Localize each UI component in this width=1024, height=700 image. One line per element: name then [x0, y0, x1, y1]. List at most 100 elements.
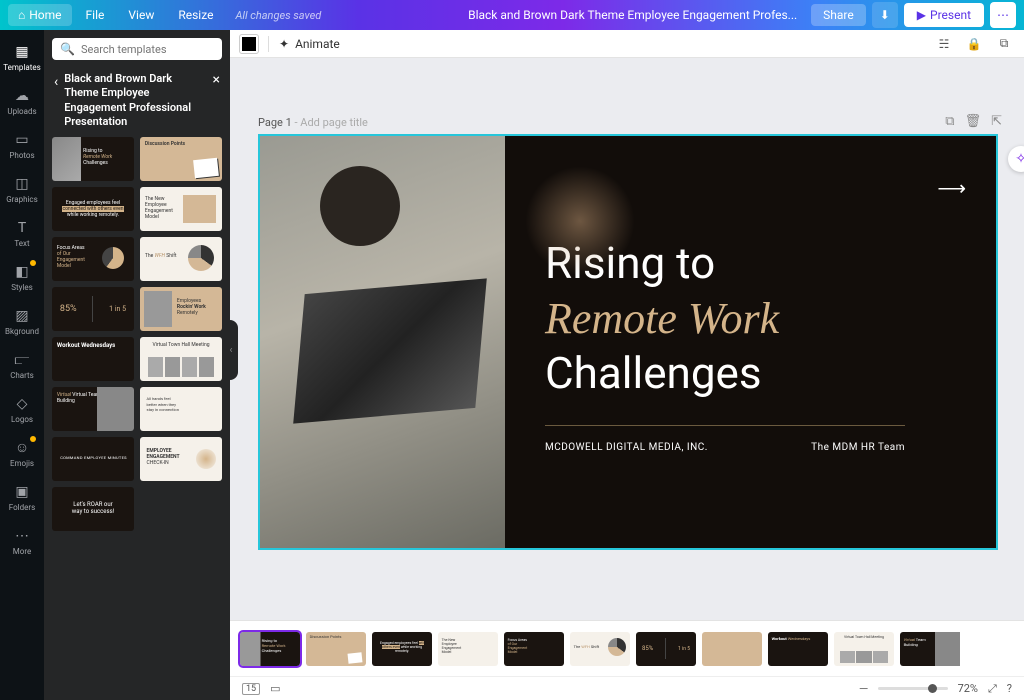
- slide-footer[interactable]: MCDOWELL DIGITAL MEDIA, INC. The MDM HR …: [545, 442, 905, 453]
- page-thumb[interactable]: Virtual TeamBuilding: [900, 632, 960, 666]
- page-thumb[interactable]: Engaged employees feel will others even …: [372, 632, 432, 666]
- download-button[interactable]: ⬇: [872, 2, 898, 28]
- template-thumb[interactable]: EMPLOYEEENGAGEMENTCHECK-IN: [140, 437, 222, 481]
- fullscreen-icon[interactable]: ⤢: [988, 682, 997, 696]
- blur-circle: [525, 166, 635, 276]
- rail-label: Emojis: [10, 459, 34, 468]
- page-thumb[interactable]: Workout Wednesdays: [768, 632, 828, 666]
- rail-more[interactable]: ⋯More: [0, 520, 44, 562]
- home-button[interactable]: ⌂ Home: [8, 4, 72, 26]
- present-label: Present: [930, 8, 971, 22]
- duplicate-icon[interactable]: ⧉: [945, 114, 954, 129]
- page-label[interactable]: Page 1 - Add page title: [258, 116, 368, 129]
- rail-charts[interactable]: ⫍ Charts: [0, 344, 44, 386]
- template-thumb[interactable]: Focus Areasof OurEngagementModel: [52, 237, 134, 281]
- animate-icon: ✦: [279, 37, 289, 51]
- page-thumb[interactable]: 85%1 in 5: [636, 632, 696, 666]
- more-menu[interactable]: ⋯: [990, 2, 1016, 28]
- delete-icon[interactable]: 🗑: [965, 114, 982, 129]
- canvas-area[interactable]: Page 1 - Add page title ⧉ 🗑 ⇱ ⟶ Rising t…: [230, 58, 1024, 620]
- zoom-slider[interactable]: [878, 687, 948, 690]
- rail-label: Photos: [9, 151, 34, 160]
- template-thumb[interactable]: Rising toRemote WorkChallenges: [52, 137, 134, 181]
- present-button[interactable]: ▶ Present: [904, 3, 984, 27]
- document-title[interactable]: Black and Brown Dark Theme Employee Enga…: [468, 8, 797, 22]
- template-thumb[interactable]: The WFH Shift: [140, 237, 222, 281]
- close-button[interactable]: ×: [213, 72, 220, 88]
- template-thumb[interactable]: Discussion Points: [140, 137, 222, 181]
- back-button[interactable]: ‹: [54, 72, 58, 90]
- templates-icon: ▦: [13, 43, 31, 61]
- slide-content: ⟶ Rising to Remote Work Challenges MCDOW…: [505, 136, 996, 548]
- page-thumb[interactable]: Rising toRemote WorkChallenges: [240, 632, 300, 666]
- rail-styles[interactable]: ◧ Styles: [0, 256, 44, 298]
- lock-button[interactable]: 🔒: [964, 34, 984, 54]
- slide-canvas[interactable]: ⟶ Rising to Remote Work Challenges MCDOW…: [258, 134, 998, 550]
- zoom-out-icon[interactable]: ─: [860, 682, 868, 695]
- template-thumb[interactable]: Workout Wednesdays: [52, 337, 134, 381]
- rail-label: Logos: [11, 415, 33, 424]
- template-thumb[interactable]: Virtual Virtual TeamBuilding: [52, 387, 134, 431]
- rail-label: Charts: [10, 371, 34, 380]
- background-color-swatch[interactable]: [240, 35, 258, 53]
- divider: [545, 425, 905, 426]
- rail-label: Folders: [9, 503, 35, 512]
- arrow-icon[interactable]: ⟶: [937, 176, 966, 200]
- template-thumb[interactable]: Let's ROAR ourway to success!: [52, 487, 134, 531]
- rail-emojis[interactable]: ☺ Emojis: [0, 432, 44, 474]
- search-icon: 🔍: [60, 42, 75, 56]
- top-toolbar: ⌂ Home File View Resize All changes save…: [0, 0, 1024, 30]
- duplicate-page-button[interactable]: ⧉: [994, 34, 1014, 54]
- export-icon[interactable]: ⇱: [991, 114, 1002, 129]
- template-thumb[interactable]: Virtual Town Hall Meeting: [140, 337, 222, 381]
- template-grid: Rising toRemote WorkChallenges Discussio…: [44, 137, 230, 700]
- bkground-icon: ▨: [13, 307, 31, 325]
- save-status: All changes saved: [235, 9, 321, 22]
- rail-graphics[interactable]: ◫Graphics: [0, 168, 44, 210]
- sparkle-icon: ✧: [1015, 151, 1024, 167]
- comments-button[interactable]: ✧: [1008, 146, 1024, 172]
- template-thumb[interactable]: 85%1 in 5: [52, 287, 134, 331]
- zoom-level[interactable]: 72%: [958, 682, 978, 695]
- rail-folders[interactable]: ▣ Folders: [0, 476, 44, 518]
- animate-button[interactable]: ✦ Animate: [279, 37, 340, 51]
- page-thumb[interactable]: The WFH Shift: [570, 632, 630, 666]
- rail-logos[interactable]: ◇Logos: [0, 388, 44, 430]
- search-input[interactable]: [81, 43, 221, 56]
- template-thumb[interactable]: EmployeesRockin' WorkRemotely: [140, 287, 222, 331]
- add-page-title: - Add page title: [292, 116, 368, 129]
- rail-bkground[interactable]: ▨Bkground: [0, 300, 44, 342]
- share-button[interactable]: Share: [811, 4, 866, 26]
- slide-photo[interactable]: [260, 136, 505, 548]
- collapse-panel-button[interactable]: ‹: [224, 320, 238, 380]
- view-menu[interactable]: View: [118, 4, 164, 26]
- search-box[interactable]: 🔍: [52, 38, 222, 60]
- page-thumb[interactable]: [702, 632, 762, 666]
- effects-button[interactable]: ☵: [934, 34, 954, 54]
- styles-icon: ◧: [13, 263, 31, 281]
- page-thumb[interactable]: Virtual Town Hall Meeting: [834, 632, 894, 666]
- rail-label: Uploads: [7, 107, 36, 116]
- template-thumb[interactable]: COMMAND EMPLOYEE MINUTES: [52, 437, 134, 481]
- template-thumb[interactable]: All hands feelbetter when theystay in co…: [140, 387, 222, 431]
- template-thumb[interactable]: Engaged employees feel connected with ot…: [52, 187, 134, 231]
- help-icon[interactable]: ?: [1007, 682, 1012, 695]
- page-thumb[interactable]: Focus Areasof OurEngagementModel: [504, 632, 564, 666]
- pages-icon[interactable]: 15: [242, 683, 260, 695]
- graphics-icon: ◫: [13, 175, 31, 193]
- grid-view-icon[interactable]: ▭: [270, 682, 280, 695]
- charts-icon: ⫍: [13, 351, 31, 369]
- rail-templates[interactable]: ▦Templates: [0, 36, 44, 78]
- rail-uploads[interactable]: ☁Uploads: [0, 80, 44, 122]
- page-thumb[interactable]: The NewEmployeeEngagementModel: [438, 632, 498, 666]
- folders-icon: ▣: [13, 483, 31, 501]
- rail-label: Styles: [11, 283, 32, 292]
- chevron-left-icon: ‹: [229, 345, 232, 356]
- rail-photos[interactable]: ▭Photos: [0, 124, 44, 166]
- resize-menu[interactable]: Resize: [168, 4, 223, 26]
- rail-text[interactable]: TText: [0, 212, 44, 254]
- file-menu[interactable]: File: [76, 4, 115, 26]
- emojis-icon: ☺: [13, 439, 31, 457]
- page-thumb[interactable]: Discussion Points: [306, 632, 366, 666]
- template-thumb[interactable]: The NewEmployeeEngagementModel: [140, 187, 222, 231]
